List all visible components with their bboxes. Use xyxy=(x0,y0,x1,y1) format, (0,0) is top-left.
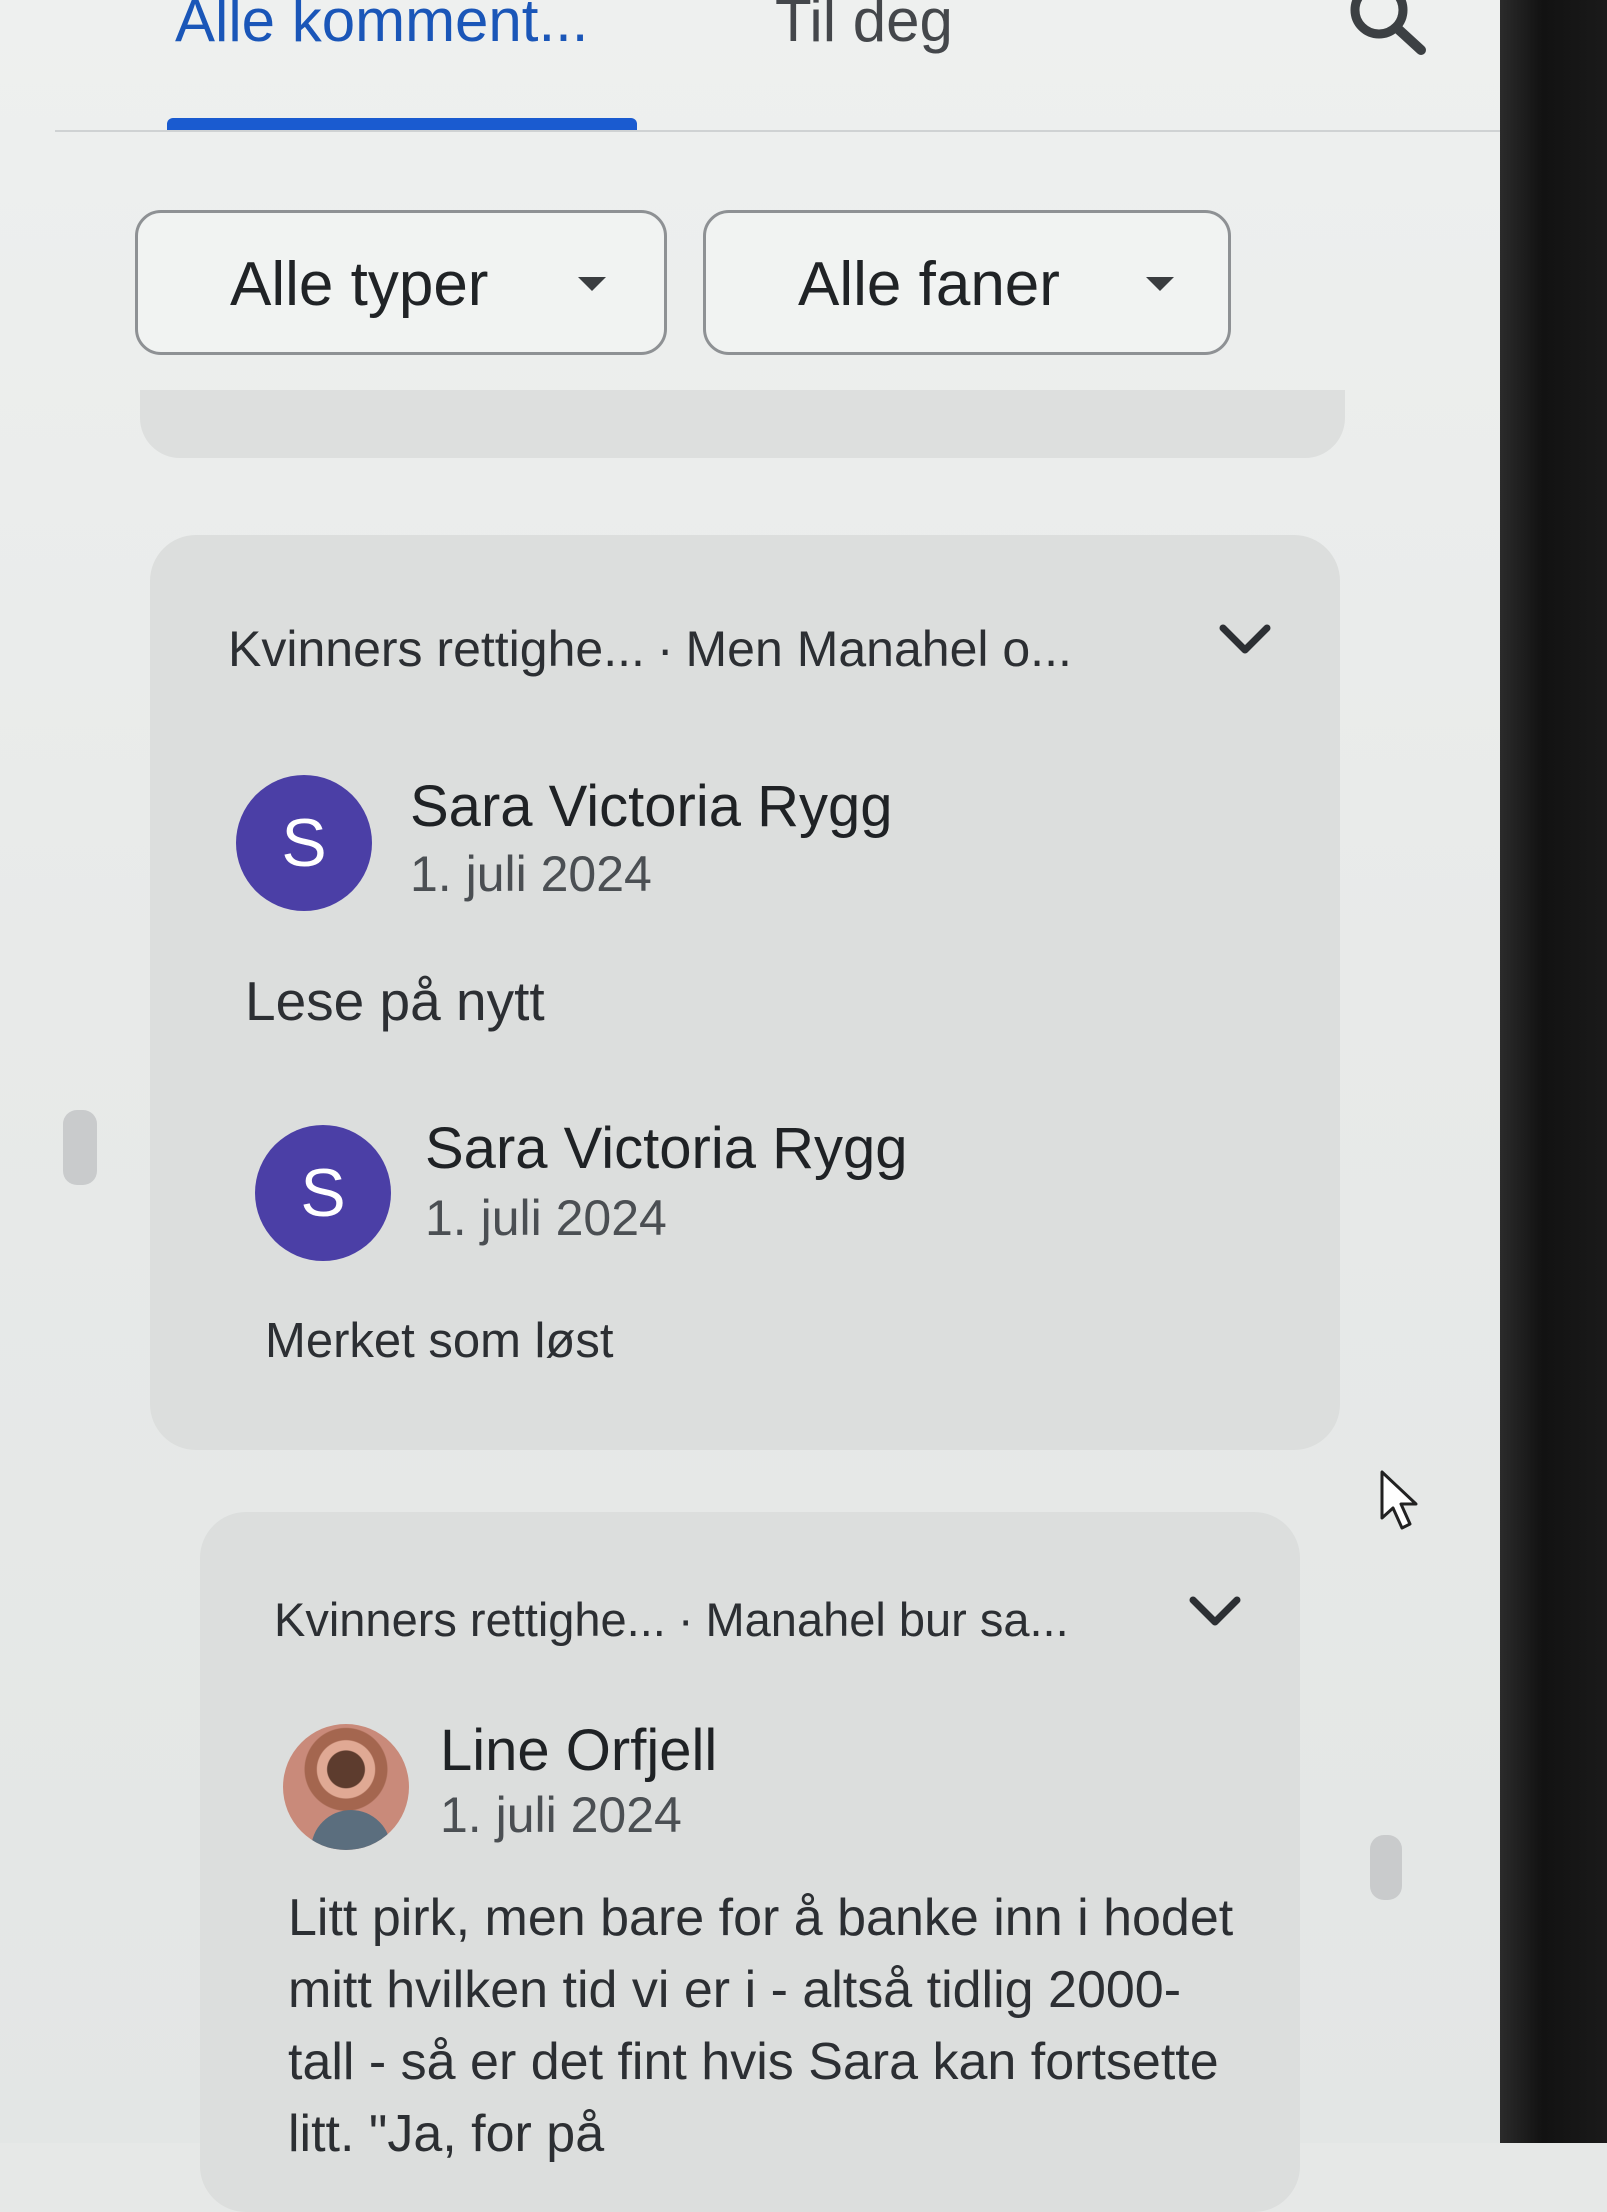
monitor-bezel xyxy=(1500,0,1607,2143)
comment-author: Line Orfjell xyxy=(440,1718,718,1783)
comment-author: Sara Victoria Rygg xyxy=(425,1116,908,1181)
chevron-down-icon[interactable] xyxy=(1215,620,1275,660)
comment-text: Lese på nytt xyxy=(245,970,545,1032)
comment-status-text: Merket som løst xyxy=(265,1314,614,1368)
drag-handle[interactable] xyxy=(63,1110,97,1185)
type-filter-dropdown[interactable]: Alle typer xyxy=(135,210,667,355)
avatar[interactable] xyxy=(283,1724,409,1850)
tab-bar: Alle komment... Til deg xyxy=(55,0,1500,132)
comment-date: 1. juli 2024 xyxy=(440,1787,682,1843)
search-icon[interactable] xyxy=(1345,0,1435,70)
tab-filter-dropdown[interactable]: Alle faner xyxy=(703,210,1231,355)
comments-panel: Alle komment... Til deg Alle typer Alle … xyxy=(0,0,1500,2212)
comment-date: 1. juli 2024 xyxy=(410,846,652,902)
comment-date: 1. juli 2024 xyxy=(425,1190,667,1246)
type-filter-label: Alle typer xyxy=(230,250,489,319)
comment-thread-card[interactable]: Kvinners rettighe... · Men Manahel o... S … xyxy=(150,535,1340,1450)
avatar[interactable]: S xyxy=(255,1125,391,1261)
separator: · xyxy=(656,621,674,677)
comment-author: Sara Victoria Rygg xyxy=(410,774,893,839)
tab-filter-label: Alle faner xyxy=(798,250,1060,319)
tab-for-you[interactable]: Til deg xyxy=(775,0,953,55)
caret-down-icon xyxy=(578,277,606,291)
separator: · xyxy=(677,1593,694,1646)
thread-tab-name: Kvinners rettighe... xyxy=(228,621,645,677)
thread-tab-name: Kvinners rettighe... xyxy=(274,1593,666,1646)
tab-all-comments[interactable]: Alle komment... xyxy=(175,0,588,55)
avatar[interactable]: S xyxy=(236,775,372,911)
previous-thread-card[interactable] xyxy=(140,390,1345,458)
comment-thread-card[interactable]: Kvinners rettighe... · Manahel bur sa... L… xyxy=(200,1512,1300,2212)
chevron-down-icon[interactable] xyxy=(1185,1592,1245,1632)
thread-quote: Manahel bur sa... xyxy=(705,1593,1069,1646)
thread-header: Kvinners rettighe... · Men Manahel o... xyxy=(228,620,1072,678)
active-tab-indicator xyxy=(167,118,637,130)
drag-handle[interactable] xyxy=(1370,1835,1402,1900)
caret-down-icon xyxy=(1146,277,1174,291)
thread-header: Kvinners rettighe... · Manahel bur sa... xyxy=(274,1592,1069,1647)
comment-text: Litt pirk, men bare for å banke inn i ho… xyxy=(288,1889,1234,2163)
mouse-pointer-icon xyxy=(1380,1470,1418,1530)
thread-quote: Men Manahel o... xyxy=(685,621,1072,677)
